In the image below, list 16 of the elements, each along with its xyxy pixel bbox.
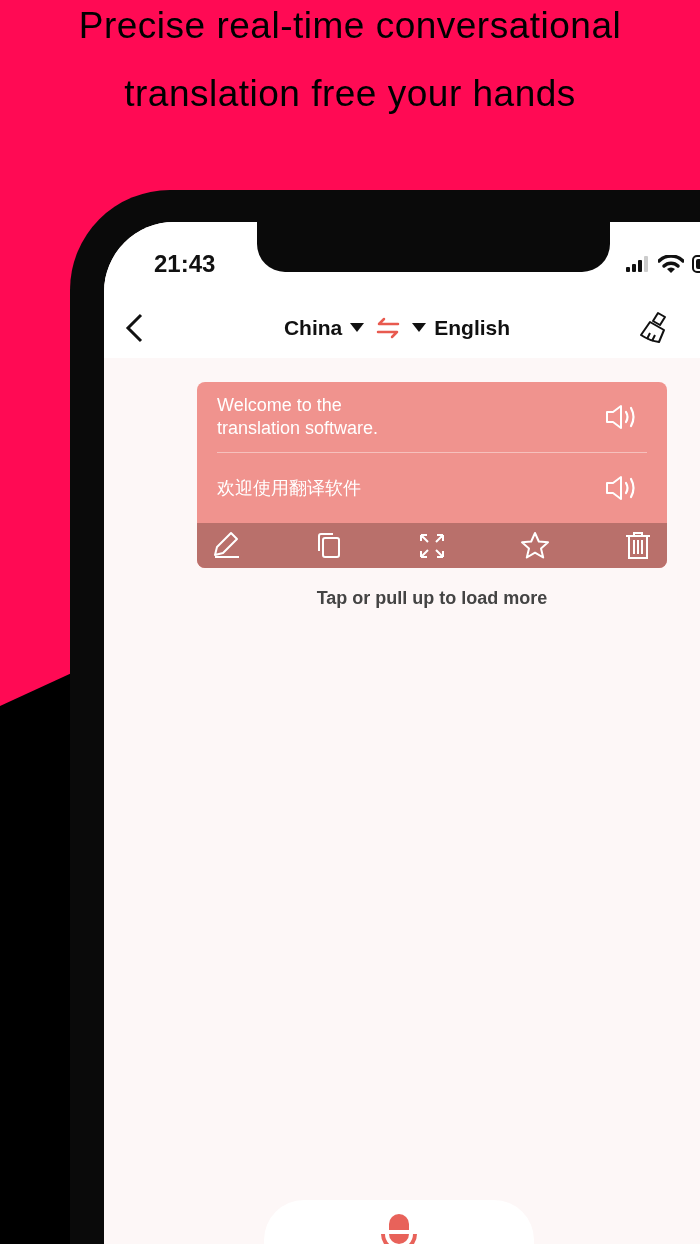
star-icon[interactable] xyxy=(520,530,550,561)
status-time: 21:43 xyxy=(154,250,216,278)
load-more-link[interactable]: Tap or pull up to load more xyxy=(316,588,548,609)
message-text: Welcome to the translation software. xyxy=(217,394,379,440)
edit-icon[interactable] xyxy=(211,530,241,561)
message-text: 欢迎使用翻译软件 xyxy=(217,476,361,500)
source-language-selector[interactable]: China xyxy=(283,316,365,340)
signal-icon xyxy=(626,256,650,272)
wifi-icon xyxy=(658,254,684,274)
swap-icon[interactable] xyxy=(376,317,401,339)
caret-icon xyxy=(412,323,427,333)
trash-icon[interactable] xyxy=(623,530,653,561)
headline: Precise real-time conversational translation free your hands xyxy=(77,4,623,116)
back-icon[interactable] xyxy=(124,313,144,343)
target-language-selector[interactable]: English xyxy=(412,316,511,340)
caret-icon xyxy=(350,323,365,333)
